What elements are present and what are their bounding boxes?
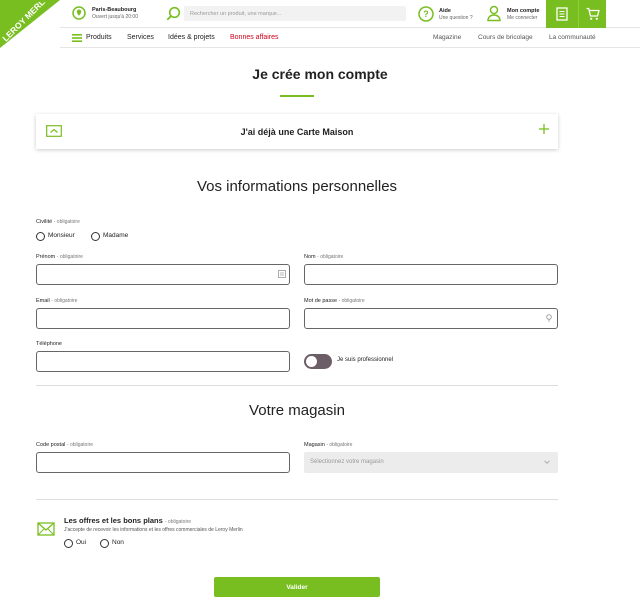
offers-title: Les offres et les bons plans - obligatoi… (64, 516, 192, 525)
email-label: Email - obligatoire (36, 298, 78, 304)
key-icon[interactable] (545, 314, 553, 322)
email-input[interactable] (36, 308, 290, 329)
submit-button[interactable]: Valider (214, 577, 380, 597)
title-underline (280, 95, 314, 97)
leroy-merlin-logo[interactable]: LEROY MERLIN (2, 2, 48, 46)
cart-button[interactable] (578, 0, 606, 28)
radio-non[interactable] (100, 539, 109, 548)
shopping-list-button[interactable] (546, 0, 578, 28)
nav-communaute[interactable]: La communauté (549, 34, 596, 41)
prenom-label: Prénom - obligatoire (36, 254, 83, 260)
store-hours: Ouvert jusqu'à 20:00 (92, 14, 138, 20)
section-title-personal: Vos informations personnelles (196, 178, 398, 195)
help-icon[interactable]: ? (418, 6, 434, 22)
list-icon (556, 7, 568, 21)
page-title: Je crée mon compte (252, 66, 388, 82)
radio-oui-label[interactable]: Oui (76, 539, 86, 546)
store-name[interactable]: Paris-Beaubourg (92, 7, 136, 13)
nav-cours-bricolage[interactable]: Cours de bricolage (478, 34, 533, 41)
help-subtitle[interactable]: Une question ? (439, 15, 473, 21)
section-divider (36, 499, 558, 500)
radio-non-label[interactable]: Non (112, 539, 124, 546)
help-title[interactable]: Aide (439, 8, 451, 14)
plus-icon[interactable] (538, 123, 550, 135)
magasin-select-placeholder: Sélectionnez votre magasin (310, 459, 384, 465)
password-input[interactable] (304, 308, 558, 329)
section-divider (36, 385, 558, 386)
radio-madame-label[interactable]: Madame (103, 232, 128, 239)
location-pin-icon[interactable] (72, 6, 86, 20)
postal-label: Code postal - obligatoire (36, 442, 94, 448)
radio-madame[interactable] (91, 232, 100, 241)
nav-services[interactable]: Services (127, 34, 154, 41)
chevron-down-icon (544, 460, 550, 465)
mail-icon (37, 522, 55, 536)
logo-text: LEROY MERLIN (2, 2, 48, 43)
prenom-input[interactable] (36, 264, 290, 285)
carte-maison-label[interactable]: J'ai déjà une Carte Maison (36, 127, 558, 137)
section-title-store: Votre magasin (249, 402, 345, 419)
nav-produits[interactable]: Produits (86, 34, 112, 41)
professional-toggle-label[interactable]: Je suis professionnel (337, 357, 393, 363)
contact-card-icon (278, 270, 286, 278)
menu-icon[interactable] (72, 34, 82, 42)
password-label: Mot de passe - obligatoire (304, 298, 365, 304)
nom-label: Nom - obligatoire (304, 254, 344, 260)
telephone-label: Téléphone (36, 341, 62, 347)
svg-text:?: ? (423, 9, 429, 19)
nav-idees-projets[interactable]: Idées & projets (168, 34, 215, 41)
toggle-knob (306, 356, 317, 367)
radio-oui[interactable] (64, 539, 73, 548)
telephone-input[interactable] (36, 351, 290, 372)
account-subtitle[interactable]: Me connecter (507, 15, 537, 21)
nav-bonnes-affaires[interactable]: Bonnes affaires (230, 34, 279, 41)
search-input[interactable] (184, 6, 406, 21)
civilite-label: Civilité - obligatoire (36, 219, 80, 225)
account-title[interactable]: Mon compte (507, 8, 539, 14)
postal-input[interactable] (36, 452, 290, 473)
cart-icon (586, 7, 600, 20)
search-icon[interactable] (166, 6, 181, 21)
offers-description: J'accepte de recevoir les informations e… (64, 527, 243, 533)
radio-monsieur[interactable] (36, 232, 45, 241)
nom-input[interactable] (304, 264, 558, 285)
magasin-label: Magasin - obligatoire (304, 442, 353, 448)
nav-magazine[interactable]: Magazine (433, 34, 461, 41)
user-icon[interactable] (486, 5, 502, 22)
radio-monsieur-label[interactable]: Monsieur (48, 232, 75, 239)
